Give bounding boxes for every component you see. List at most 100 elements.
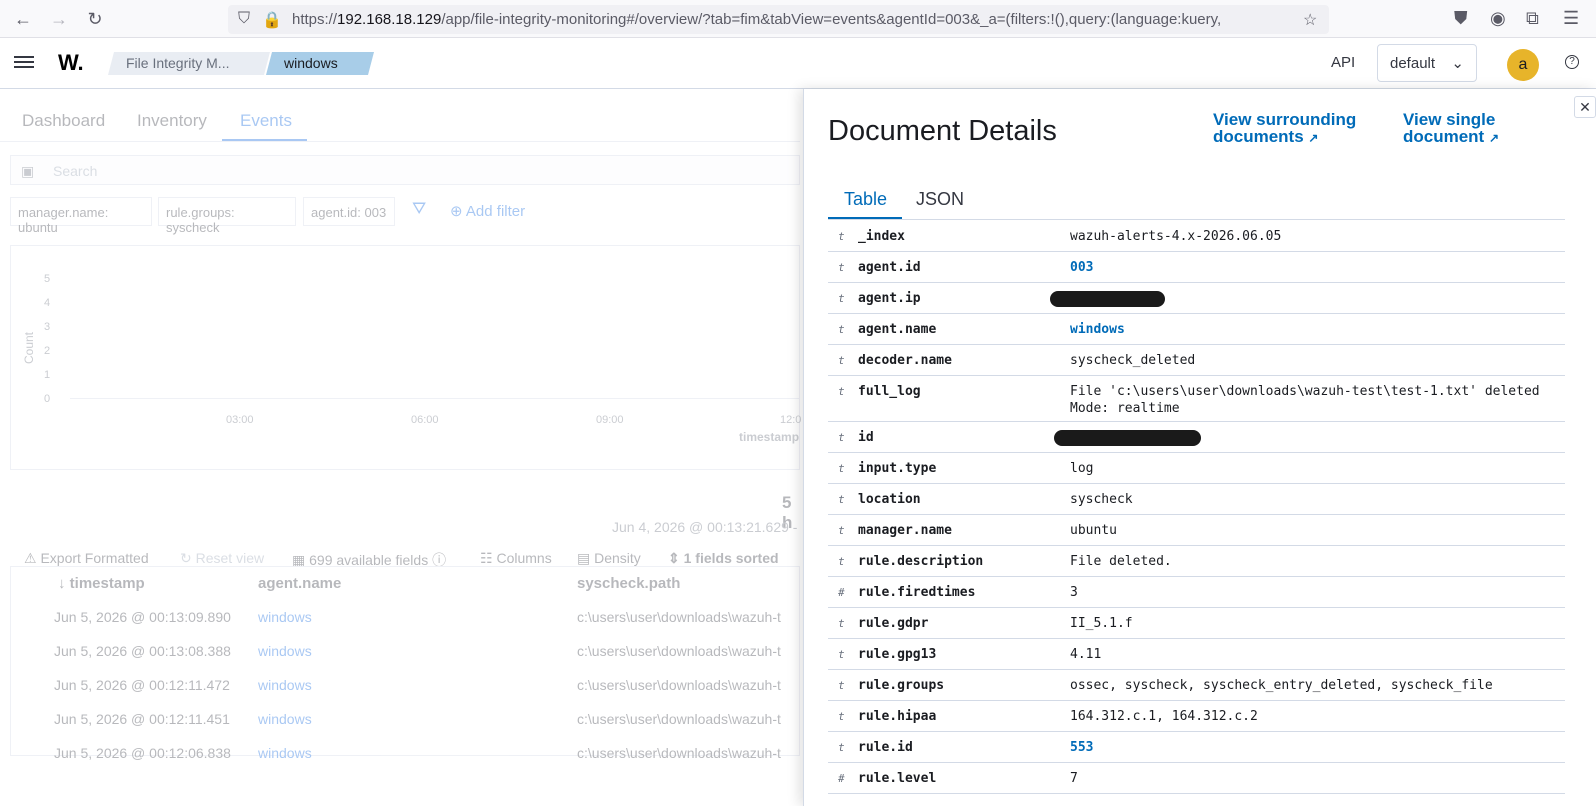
reset-view-button[interactable]: ↻ Reset view [180, 550, 264, 567]
extensions-icon[interactable]: ⧉ [1526, 8, 1539, 29]
shield-icon: ⛉ [238, 10, 251, 27]
filter-pill[interactable]: rule.groups: syscheck [158, 197, 296, 235]
string-type-icon: t [838, 524, 845, 537]
field-value[interactable]: 003 [1070, 259, 1093, 276]
breadcrumb-fim[interactable]: File Integrity M... [108, 52, 270, 75]
redacted-value [1054, 430, 1201, 446]
view-surrounding-documents-link[interactable]: View surrounding documents ↗ [1213, 111, 1373, 147]
space-select[interactable]: default ⌄ [1377, 44, 1477, 82]
field-name: full_log [858, 384, 921, 399]
x-axis-line [70, 398, 800, 399]
cell-timestamp: Jun 5, 2026 @ 00:12:06.838 [54, 745, 231, 761]
field-value: 4.11 [1070, 647, 1102, 662]
x-axis-label: timestamp [739, 430, 800, 444]
api-label[interactable]: API [1331, 54, 1355, 71]
breadcrumb-agent[interactable]: windows [266, 52, 374, 75]
tab-events[interactable]: Events [240, 111, 292, 131]
tab-table[interactable]: Table [844, 189, 887, 210]
string-type-icon: t [838, 493, 845, 506]
back-icon[interactable]: ← [10, 6, 36, 32]
tab-dashboard[interactable]: Dashboard [22, 111, 105, 131]
tab-inventory[interactable]: Inventory [137, 111, 207, 131]
column-header-agent-name[interactable]: agent.name [258, 575, 341, 592]
doc-field-row: t rule.gpg13 4.11 [828, 639, 1565, 670]
string-type-icon: t [838, 555, 845, 568]
filter-pill[interactable]: agent.id: 003 [303, 197, 395, 226]
field-value: II_5.1.f [1070, 616, 1133, 631]
column-header-syscheck-path[interactable]: syscheck.path [577, 575, 680, 592]
field-value[interactable]: 553 [1070, 739, 1093, 756]
doc-field-row: t agent.id 003 [828, 252, 1565, 283]
field-value: File 'c:\users\user\downloads\wazuh-test… [1070, 384, 1540, 416]
browser-toolbar: ← → ↻ ⛉ 🔒 https://192.168.18.129/app/fil… [0, 0, 1596, 38]
doc-field-row: t id [828, 422, 1565, 453]
y-tick: 1 [44, 369, 51, 381]
doc-field-row: t rule.id 553 [828, 732, 1565, 763]
search-input[interactable]: ▣ Search [10, 155, 800, 185]
filter-pill[interactable]: manager.name: ubuntu [10, 197, 152, 235]
add-filter-button[interactable]: ⊕ Add filter [450, 202, 525, 220]
filter-icon[interactable]: ⛛ [412, 199, 426, 219]
columns-button[interactable]: ☷ Columns [480, 550, 552, 567]
y-axis-label: Count [22, 331, 36, 364]
document-details-flyout: ✕ Document Details View surrounding docu… [803, 89, 1596, 806]
menu-icon[interactable]: ☰ [1563, 8, 1579, 29]
external-link-icon: ↗ [1488, 131, 1500, 145]
string-type-icon: t [838, 741, 845, 754]
string-type-icon: t [838, 617, 845, 630]
doc-field-row: t agent.ip [828, 283, 1565, 314]
string-type-icon: t [838, 431, 845, 444]
string-type-icon: t [838, 261, 845, 274]
address-bar[interactable]: ⛉ 🔒 https://192.168.18.129/app/file-inte… [228, 5, 1329, 34]
string-type-icon: t [838, 230, 845, 243]
x-tick: 03:00 [226, 414, 254, 426]
cell-timestamp: Jun 5, 2026 @ 00:13:08.388 [54, 643, 231, 659]
cell-agent[interactable]: windows [258, 711, 312, 727]
saved-query-icon[interactable]: ▣ [21, 163, 34, 180]
add-filter-label: Add filter [465, 203, 526, 220]
avatar[interactable]: a [1507, 49, 1539, 81]
density-button[interactable]: ▤ Density [577, 550, 641, 567]
field-value: ubuntu [1070, 523, 1117, 538]
help-icon[interactable]: ? [1565, 55, 1579, 69]
close-icon[interactable]: ✕ [1574, 96, 1596, 118]
column-header-timestamp[interactable]: ↓ timestamp [58, 575, 145, 592]
app-logo[interactable]: W. [58, 50, 84, 76]
hamburger-menu-icon[interactable] [14, 53, 34, 73]
tabs-divider [0, 141, 800, 142]
sort-button[interactable]: ⇕ 1 fields sorted [668, 550, 779, 567]
tab-json[interactable]: JSON [916, 189, 964, 210]
cell-timestamp: Jun 5, 2026 @ 00:12:11.472 [54, 677, 230, 693]
reload-icon[interactable]: ↻ [82, 6, 108, 32]
cell-timestamp: Jun 5, 2026 @ 00:12:11.451 [54, 711, 230, 727]
app-header: W. File Integrity M... windows API defau… [0, 39, 1596, 89]
cell-agent[interactable]: windows [258, 609, 312, 625]
cell-path: c:\users\user\downloads\wazuh-t [577, 677, 781, 693]
field-name: decoder.name [858, 353, 952, 368]
cell-agent[interactable]: windows [258, 745, 312, 761]
field-value: log [1070, 461, 1094, 476]
external-link-icon: ↗ [1308, 131, 1319, 145]
redacted-value [1050, 291, 1165, 307]
cell-path: c:\users\user\downloads\wazuh-t [577, 643, 781, 659]
field-name: _index [858, 229, 905, 244]
field-value: ossec, syscheck, syscheck_entry_deleted,… [1070, 678, 1493, 693]
account-icon[interactable]: ◉ [1490, 8, 1506, 29]
field-value[interactable]: windows [1070, 321, 1125, 338]
string-type-icon: t [838, 354, 845, 367]
string-type-icon: t [838, 462, 845, 475]
cell-agent[interactable]: windows [258, 643, 312, 659]
doc-field-row: # rule.level 7 [828, 763, 1565, 794]
field-name: agent.id [858, 260, 921, 275]
view-single-document-link[interactable]: View single document ↗ [1403, 111, 1563, 147]
bookmark-star-icon[interactable]: ☆ [1303, 10, 1317, 30]
flyout-title: Document Details [828, 115, 1057, 147]
cell-agent[interactable]: windows [258, 677, 312, 693]
export-formatted-button[interactable]: ⚠ Export Formatted [24, 550, 149, 567]
cell-path: c:\users\user\downloads\wazuh-t [577, 609, 781, 625]
string-type-icon: t [838, 710, 845, 723]
forward-icon[interactable]: → [46, 6, 72, 32]
search-placeholder: Search [53, 163, 98, 179]
pocket-icon[interactable]: ⛊ [1454, 8, 1468, 29]
field-name: rule.gdpr [858, 616, 929, 631]
